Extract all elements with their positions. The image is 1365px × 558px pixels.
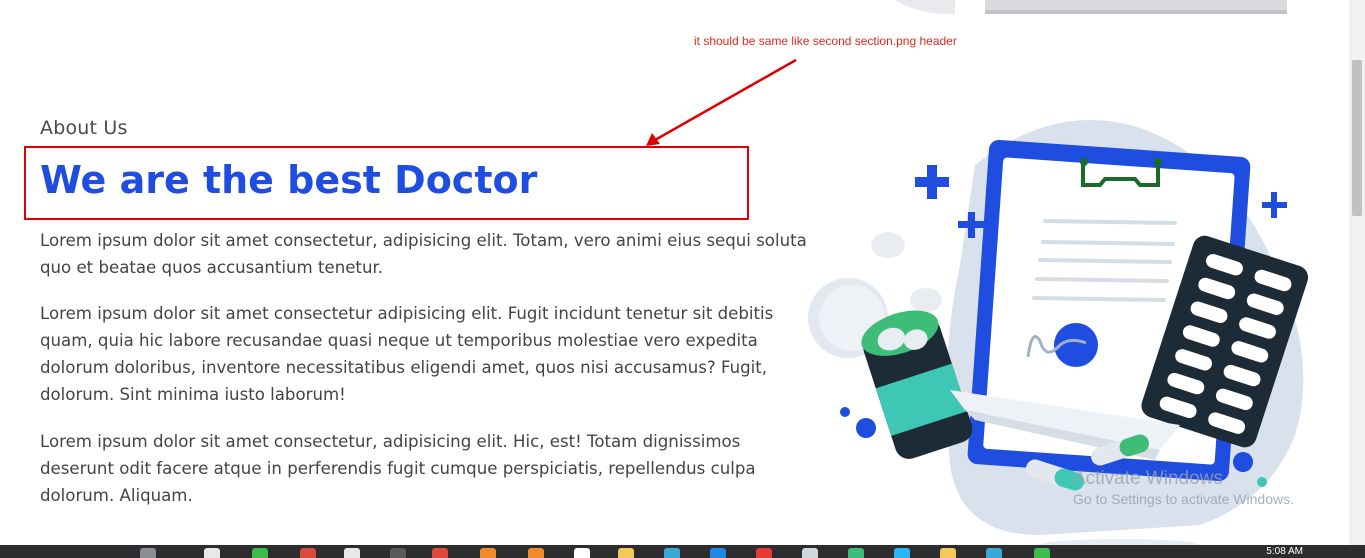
taskbar-app-icon[interactable] [390,548,406,558]
taskbar-clock[interactable]: 5:08 AM [1266,546,1303,557]
taskbar-app-icon[interactable] [344,548,360,558]
taskbar-app-icon[interactable] [432,548,448,558]
page-scrollbar[interactable] [1349,0,1365,545]
taskbar-app-icon[interactable] [986,548,1002,558]
taskbar-app-icon[interactable] [710,548,726,558]
about-paragraph-3: Lorem ipsum dolor sit amet consectetur, … [40,432,756,505]
taskbar-app-icon[interactable] [848,548,864,558]
taskbar-app-icon[interactable] [480,548,496,558]
taskbar-app-icon[interactable] [664,548,680,558]
watermark-line-1: Activate Windows [1073,468,1223,489]
taskbar-app-icon[interactable] [940,548,956,558]
section-heading: We are the best Doctor [40,158,538,202]
taskbar-app-icon[interactable] [894,548,910,558]
taskbar-app-icon[interactable] [204,548,220,558]
taskbar-app-icon[interactable] [300,548,316,558]
taskbar-app-icon[interactable] [618,548,634,558]
taskbar-app-icon[interactable] [140,548,156,558]
about-paragraph-1: Lorem ipsum dolor sit amet consectetur, … [40,231,807,277]
taskbar-app-icon[interactable] [802,548,818,558]
taskbar-app-icon[interactable] [756,548,772,558]
taskbar-app-icon[interactable] [528,548,544,558]
watermark-line-2: Go to Settings to activate Windows. [1073,491,1294,507]
taskbar-app-icon[interactable] [1034,548,1050,558]
taskbar-app-icon[interactable] [252,548,268,558]
windows-activation-watermark: Activate Windows Go to Settings to activ… [1073,468,1294,507]
about-paragraph-2: Lorem ipsum dolor sit amet consectetur a… [40,304,774,404]
scrollbar-thumb[interactable] [1352,60,1362,216]
taskbar-app-icon[interactable] [574,548,590,558]
about-us-label: About Us [40,117,128,139]
